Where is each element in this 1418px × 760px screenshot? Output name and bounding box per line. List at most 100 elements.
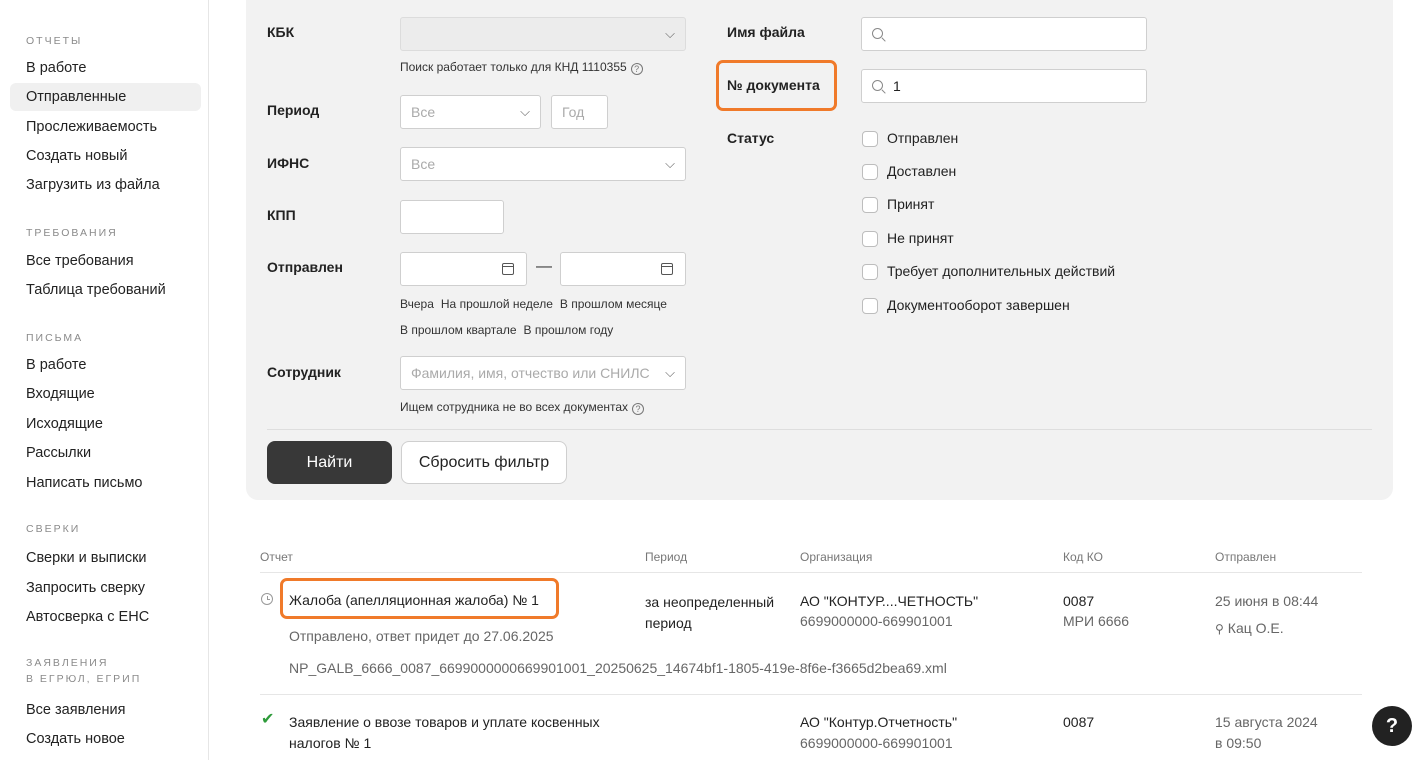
filter-divider bbox=[267, 429, 1372, 430]
sidebar-item-outgoing[interactable]: Исходящие bbox=[10, 410, 201, 438]
find-button[interactable]: Найти bbox=[267, 441, 392, 484]
sidebar-item-reconciliations[interactable]: Сверки и выписки bbox=[10, 544, 201, 572]
date-link-last-week[interactable]: На прошлой неделе bbox=[441, 297, 553, 311]
sidebar-section-applications-subtitle: В ЕГРЮЛ, ЕГРИП bbox=[26, 673, 142, 685]
report-org-ids: 6699000000-669901001 bbox=[800, 613, 953, 629]
status-option-not-accepted[interactable]: Не принят bbox=[862, 229, 954, 249]
checkbox[interactable] bbox=[862, 298, 878, 315]
status-option-accepted[interactable]: Принят bbox=[862, 195, 934, 215]
report-organization: АО "Контур.Отчетность" bbox=[800, 714, 958, 730]
sidebar-item-traceability[interactable]: Прослеживаемость bbox=[10, 113, 201, 141]
period-label: Период bbox=[267, 102, 320, 118]
chevron-down-icon: ⌵ bbox=[665, 365, 675, 380]
kbk-label: КБК bbox=[267, 24, 295, 40]
period-select[interactable]: Все ⌵ bbox=[400, 95, 541, 129]
sidebar-item-sent[interactable]: Отправленные bbox=[10, 83, 201, 111]
checkbox[interactable] bbox=[862, 231, 878, 248]
date-link-last-year[interactable]: В прошлом году bbox=[524, 323, 614, 337]
sidebar-item-upload-file[interactable]: Загрузить из файла bbox=[10, 171, 201, 199]
sidebar-item-all-requirements[interactable]: Все требования bbox=[10, 247, 201, 275]
employee-hint: Ищем сотрудника не во всех документах? bbox=[400, 400, 645, 415]
report-title-link[interactable]: Заявление о ввозе товаров и уплате косве… bbox=[289, 713, 600, 731]
checkbox[interactable] bbox=[862, 264, 878, 281]
report-code-name: МРИ 6666 bbox=[1063, 613, 1130, 629]
checkbox[interactable] bbox=[862, 164, 878, 181]
sidebar-item-requirements-table[interactable]: Таблица требований bbox=[10, 276, 201, 304]
report-title-link[interactable]: Жалоба (апелляционная жалоба) № 1 bbox=[289, 591, 539, 609]
sidebar-item-letters-in-progress[interactable]: В работе bbox=[10, 351, 201, 379]
report-org-ids: 6699000000-669901001 bbox=[800, 735, 953, 751]
calendar-icon[interactable] bbox=[502, 263, 514, 275]
report-sent-date: 25 июня в 08:44 bbox=[1215, 593, 1319, 609]
sidebar-section-reports: ОТЧЕТЫ bbox=[26, 35, 83, 47]
report-sent-date: 15 августа 2024 bbox=[1215, 714, 1318, 730]
year-input[interactable]: Год bbox=[551, 95, 608, 129]
sidebar-item-mailings[interactable]: Рассылки bbox=[10, 439, 201, 467]
sidebar-section-letters: ПИСЬМА bbox=[26, 332, 84, 344]
search-icon bbox=[872, 28, 883, 39]
sidebar-item-incoming[interactable]: Входящие bbox=[10, 380, 201, 408]
clock-icon bbox=[261, 593, 273, 605]
ifns-select[interactable]: Все ⌵ bbox=[400, 147, 686, 181]
report-title-link-line2[interactable]: налогов № 1 bbox=[289, 734, 371, 752]
sidebar-item-create-application[interactable]: Создать новое bbox=[10, 725, 201, 753]
kpp-input[interactable] bbox=[400, 200, 504, 234]
report-period: за неопределенный период bbox=[645, 594, 775, 631]
report-code: 0087 bbox=[1063, 714, 1095, 730]
column-header-code[interactable]: Код КО bbox=[1063, 550, 1103, 564]
search-icon bbox=[872, 80, 883, 91]
date-from-input[interactable] bbox=[400, 252, 527, 286]
check-icon: ✔ bbox=[261, 711, 275, 728]
column-header-sent[interactable]: Отправлен bbox=[1215, 550, 1276, 564]
column-header-organization[interactable]: Организация bbox=[800, 550, 872, 564]
report-status-text: Отправлено, ответ придет до 27.06.2025 bbox=[289, 628, 554, 644]
date-to-input[interactable] bbox=[560, 252, 686, 286]
table-header-divider bbox=[260, 572, 1362, 573]
status-option-delivered[interactable]: Доставлен bbox=[862, 162, 956, 182]
column-header-report[interactable]: Отчет bbox=[260, 550, 293, 564]
help-circle-icon[interactable]: ? bbox=[632, 403, 645, 415]
chevron-down-icon: ⌵ bbox=[520, 104, 530, 119]
chevron-down-icon: ⌵ bbox=[665, 156, 675, 171]
sidebar-item-request-reconciliation[interactable]: Запросить сверку bbox=[10, 574, 201, 602]
kbk-select[interactable]: ⌵ bbox=[400, 17, 686, 51]
reset-filter-button[interactable]: Сбросить фильтр bbox=[401, 441, 567, 484]
status-option-action-required[interactable]: Требует дополнительных действий bbox=[862, 262, 1115, 282]
checkbox[interactable] bbox=[862, 131, 878, 148]
status-option-sent[interactable]: Отправлен bbox=[862, 129, 958, 149]
status-option-completed[interactable]: Документооборот завершен bbox=[862, 296, 1070, 316]
quick-date-links-row2: В прошлом квартале В прошлом году bbox=[400, 323, 620, 337]
status-label: Статус bbox=[727, 130, 775, 146]
sidebar: ОТЧЕТЫ В работе Отправленные Прослеживае… bbox=[0, 0, 209, 760]
sidebar-item-auto-reconciliation[interactable]: Автосверка с ЕНС bbox=[10, 603, 201, 631]
doc-number-input[interactable]: 1 bbox=[861, 69, 1147, 103]
sidebar-item-create-new[interactable]: Создать новый bbox=[10, 142, 201, 170]
employee-label: Сотрудник bbox=[267, 364, 341, 380]
kpp-label: КПП bbox=[267, 207, 296, 223]
date-range-dash: — bbox=[536, 258, 552, 275]
user-icon: ⚲ bbox=[1215, 622, 1224, 636]
date-link-last-quarter[interactable]: В прошлом квартале bbox=[400, 323, 517, 337]
report-sent-time: в 09:50 bbox=[1215, 735, 1262, 751]
report-author: ⚲ Кац О.Е. bbox=[1215, 620, 1284, 636]
calendar-icon[interactable] bbox=[661, 263, 673, 275]
report-code: 0087 bbox=[1063, 593, 1095, 609]
sidebar-item-reports-in-progress[interactable]: В работе bbox=[10, 54, 201, 82]
column-header-period[interactable]: Период bbox=[645, 550, 687, 564]
checkbox[interactable] bbox=[862, 197, 878, 214]
date-link-yesterday[interactable]: Вчера bbox=[400, 297, 434, 311]
file-name-input[interactable] bbox=[861, 17, 1147, 51]
report-organization: АО "КОНТУР....ЧЕТНОСТЬ" bbox=[800, 593, 979, 609]
sidebar-item-write-letter[interactable]: Написать письмо bbox=[10, 469, 201, 497]
sidebar-section-requirements: ТРЕБОВАНИЯ bbox=[26, 227, 118, 239]
help-circle-icon[interactable]: ? bbox=[630, 63, 643, 75]
sent-label: Отправлен bbox=[267, 259, 343, 275]
employee-select[interactable]: Фамилия, имя, отчество или СНИЛС ⌵ bbox=[400, 356, 686, 390]
sidebar-section-applications: ЗАЯВЛЕНИЯ bbox=[26, 657, 109, 669]
sidebar-item-all-applications[interactable]: Все заявления bbox=[10, 696, 201, 724]
report-file-name[interactable]: NP_GALB_6666_0087_6699000000669901001_20… bbox=[289, 659, 947, 677]
row-divider bbox=[260, 694, 1362, 695]
date-link-last-month[interactable]: В прошлом месяце bbox=[560, 297, 667, 311]
chevron-down-icon: ⌵ bbox=[665, 26, 675, 41]
help-button[interactable]: ? bbox=[1372, 706, 1412, 746]
